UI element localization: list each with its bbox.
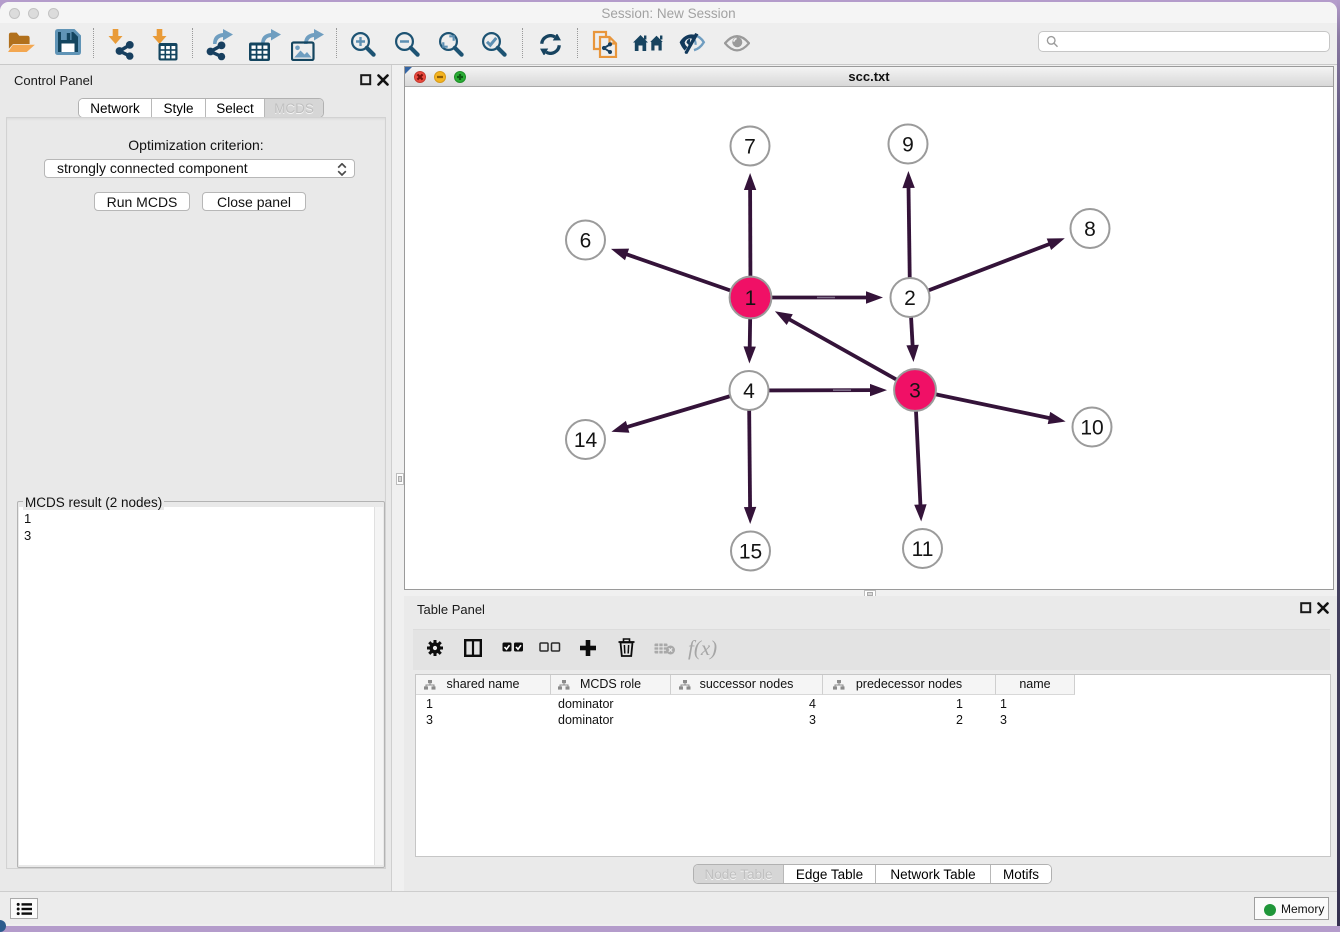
svg-text:15: 15 bbox=[739, 541, 762, 564]
svg-text:4: 4 bbox=[743, 380, 755, 403]
svg-text:2: 2 bbox=[904, 287, 916, 310]
svg-text:10: 10 bbox=[1080, 417, 1103, 440]
svg-text:11: 11 bbox=[912, 538, 934, 561]
svg-text:14: 14 bbox=[574, 429, 598, 452]
svg-text:3: 3 bbox=[909, 380, 921, 403]
svg-text:1: 1 bbox=[745, 287, 757, 310]
svg-text:6: 6 bbox=[580, 230, 592, 253]
svg-text:8: 8 bbox=[1084, 218, 1096, 241]
svg-text:7: 7 bbox=[744, 136, 756, 159]
svg-text:9: 9 bbox=[902, 134, 914, 157]
